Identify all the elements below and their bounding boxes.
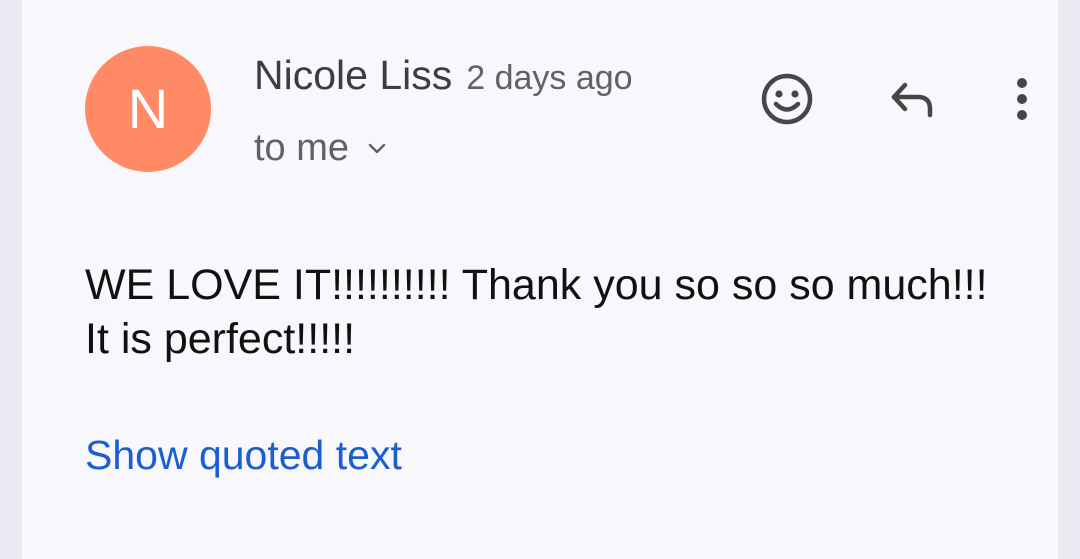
smiley-face-icon [759, 71, 815, 132]
reply-button[interactable] [877, 66, 947, 136]
avatar-initial: N [127, 77, 169, 140]
sender-line: Nicole Liss 2 days ago [254, 52, 633, 99]
message-body: WE LOVE IT!!!!!!!!!! Thank you so so so … [85, 258, 1065, 366]
reply-arrow-icon [884, 71, 940, 132]
chevron-down-icon [365, 137, 389, 161]
message-body-line: WE LOVE IT!!!!!!!!!! Thank you so so so … [85, 261, 988, 309]
avatar[interactable]: N [85, 46, 211, 172]
add-reaction-button[interactable] [752, 66, 822, 136]
timestamp: 2 days ago [466, 59, 633, 97]
more-vertical-icon [1012, 71, 1032, 132]
email-message-card: N Nicole Liss 2 days ago to me WE LOVE I… [22, 0, 1058, 559]
more-options-button[interactable] [987, 66, 1057, 136]
recipient-details-toggle[interactable]: to me [254, 127, 389, 170]
message-body-line: It is perfect!!!!! [85, 315, 356, 363]
sender-name[interactable]: Nicole Liss [254, 52, 452, 99]
recipient-label: to me [254, 127, 350, 169]
show-quoted-text-link[interactable]: Show quoted text [85, 432, 402, 479]
